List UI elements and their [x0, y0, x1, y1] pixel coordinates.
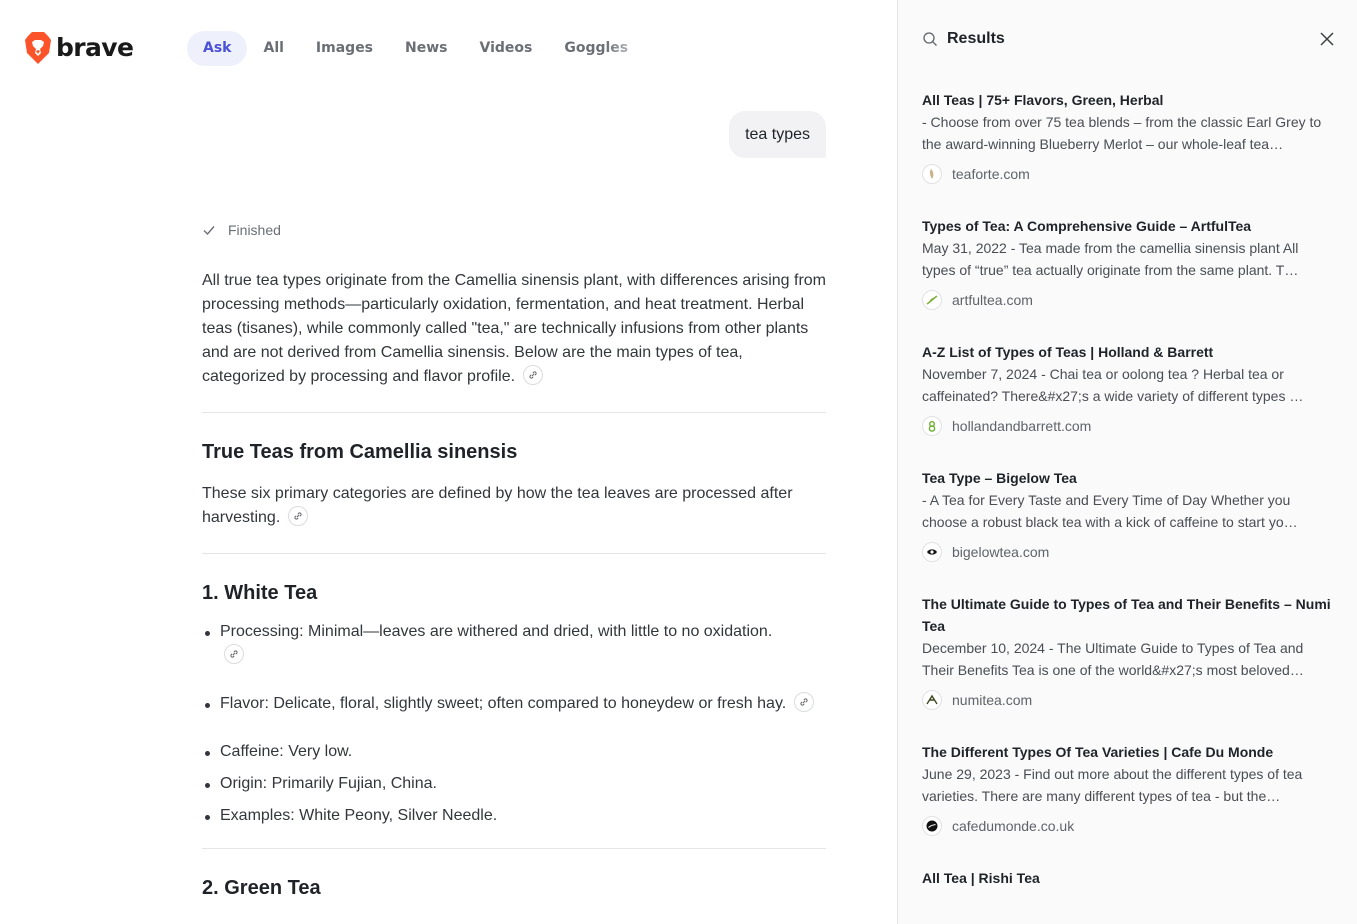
- main-area: brave Ask All Images News Videos Goggles…: [0, 0, 898, 924]
- close-icon[interactable]: [1319, 31, 1335, 47]
- list-item: Processing: Minimal—leaves are withered …: [202, 620, 826, 668]
- result-title[interactable]: A-Z List of Types of Teas | Holland & Ba…: [922, 341, 1332, 363]
- user-query-bubble: tea types: [729, 111, 826, 158]
- result-snippet: November 7, 2024 - Chai tea or oolong te…: [922, 366, 1304, 404]
- result-domain: bigelowtea.com: [952, 544, 1050, 560]
- tab-news[interactable]: News: [389, 31, 463, 66]
- result-snippet: June 29, 2023 - Find out more about the …: [922, 766, 1303, 804]
- result-title[interactable]: The Different Types Of Tea Varieties | C…: [922, 741, 1332, 763]
- result-domain: cafedumonde.co.uk: [952, 818, 1075, 834]
- brave-lion-icon: [25, 32, 51, 64]
- result-source: teaforte.com: [922, 163, 1332, 185]
- white-tea-list: Processing: Minimal—leaves are withered …: [202, 620, 826, 828]
- brave-wordmark: brave: [56, 33, 134, 62]
- result-item[interactable]: Types of Tea: A Comprehensive Guide – Ar…: [922, 215, 1332, 311]
- result-source: cafedumonde.co.uk: [922, 815, 1332, 837]
- citation-link-button[interactable]: [523, 365, 544, 385]
- citation-link-button[interactable]: [224, 644, 244, 664]
- results-list: All Teas | 75+ Flavors, Green, Herbal - …: [922, 89, 1332, 919]
- link-icon: [800, 698, 808, 706]
- list-item: Flavor: Delicate, floral, slightly sweet…: [202, 692, 826, 716]
- result-source: artfultea.com: [922, 289, 1332, 311]
- result-domain: teaforte.com: [952, 166, 1030, 182]
- result-title[interactable]: The Ultimate Guide to Types of Tea and T…: [922, 593, 1332, 637]
- answer-content: Finished All true tea types originate fr…: [202, 218, 826, 901]
- result-item[interactable]: All Tea | Rishi Tea: [922, 867, 1332, 889]
- numi-icon: [922, 690, 942, 710]
- results-header: Results: [922, 27, 1335, 51]
- result-item[interactable]: A-Z List of Types of Teas | Holland & Ba…: [922, 341, 1332, 437]
- status-indicator: Finished: [202, 218, 826, 242]
- sprig-icon: [922, 290, 942, 310]
- check-icon: [203, 226, 215, 236]
- link-icon: [529, 371, 537, 379]
- list-item: Examples: White Peony, Silver Needle.: [202, 804, 826, 828]
- link-icon: [294, 512, 302, 520]
- search-tabs: Ask All Images News Videos Goggles: [187, 31, 644, 66]
- search-icon: [923, 32, 937, 46]
- leaf-icon: [922, 164, 942, 184]
- result-source: numitea.com: [922, 689, 1332, 711]
- status-text: Finished: [228, 222, 281, 238]
- result-source: bigelowtea.com: [922, 541, 1332, 563]
- eye-icon: [922, 542, 942, 562]
- results-title: Results: [947, 30, 1005, 47]
- citation-link-button[interactable]: [794, 692, 815, 712]
- answer-intro: All true tea types originate from the Ca…: [202, 272, 826, 385]
- divider: [202, 553, 826, 554]
- result-title[interactable]: Types of Tea: A Comprehensive Guide – Ar…: [922, 215, 1332, 237]
- divider: [202, 848, 826, 849]
- green-tea-heading: 2. Green Tea: [202, 877, 321, 899]
- tab-ask[interactable]: Ask: [187, 31, 248, 66]
- tab-images[interactable]: Images: [300, 31, 389, 66]
- tab-all[interactable]: All: [247, 31, 299, 66]
- result-domain: hollandandbarrett.com: [952, 418, 1092, 434]
- hb-icon: [922, 416, 942, 436]
- result-source: hollandandbarrett.com: [922, 415, 1332, 437]
- result-domain: numitea.com: [952, 692, 1033, 708]
- tab-goggles[interactable]: Goggles: [548, 31, 644, 66]
- result-item[interactable]: The Different Types Of Tea Varieties | C…: [922, 741, 1332, 837]
- section-text: These six primary categories are defined…: [202, 485, 793, 526]
- result-domain: artfultea.com: [952, 292, 1033, 308]
- results-panel: Results All Teas | 75+ Flavors, Green, H…: [897, 0, 1357, 924]
- tab-videos[interactable]: Videos: [464, 31, 549, 66]
- result-snippet: December 10, 2024 - The Ultimate Guide t…: [922, 640, 1304, 678]
- result-snippet: - Choose from over 75 tea blends – from …: [922, 114, 1322, 152]
- result-snippet: May 31, 2022 - Tea made from the camelli…: [922, 240, 1299, 278]
- citation-link-button[interactable]: [288, 506, 309, 526]
- section-heading: True Teas from Camellia sinensis: [202, 441, 518, 463]
- result-item[interactable]: The Ultimate Guide to Types of Tea and T…: [922, 593, 1332, 711]
- result-item[interactable]: All Teas | 75+ Flavors, Green, Herbal - …: [922, 89, 1332, 185]
- brave-logo[interactable]: brave: [24, 31, 134, 65]
- dark-circle-icon: [922, 816, 942, 836]
- result-title[interactable]: All Teas | 75+ Flavors, Green, Herbal: [922, 89, 1332, 111]
- result-title[interactable]: All Tea | Rishi Tea: [922, 867, 1332, 889]
- result-snippet: - A Tea for Every Taste and Every Time o…: [922, 492, 1298, 530]
- result-title[interactable]: Tea Type – Bigelow Tea: [922, 467, 1332, 489]
- link-icon: [230, 650, 238, 658]
- divider: [202, 412, 826, 413]
- list-item: Origin: Primarily Fujian, China.: [202, 772, 826, 796]
- white-tea-heading: 1. White Tea: [202, 582, 318, 604]
- list-item: Caffeine: Very low.: [202, 740, 826, 764]
- result-item[interactable]: Tea Type – Bigelow Tea - A Tea for Every…: [922, 467, 1332, 563]
